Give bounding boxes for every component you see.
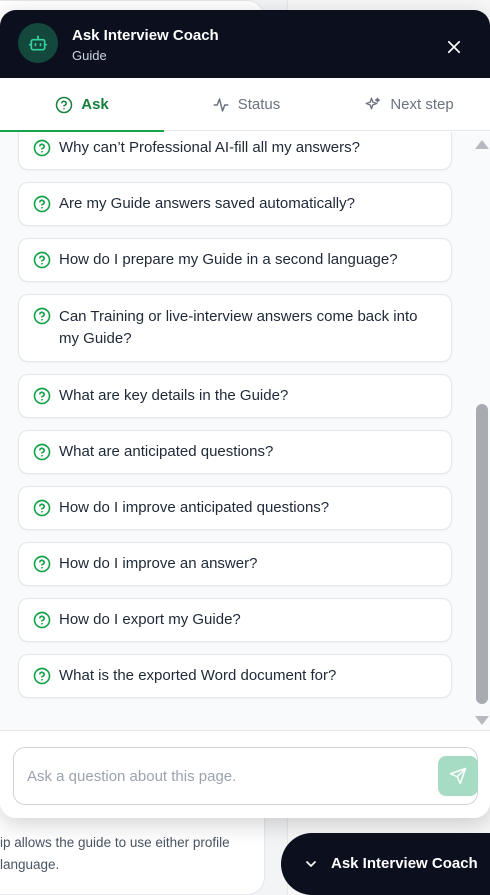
- close-icon: [447, 40, 461, 54]
- question-text: How do I prepare my Guide in a second la…: [59, 251, 398, 268]
- send-icon: [449, 767, 467, 785]
- activity-icon: [213, 97, 229, 112]
- question-item[interactable]: Can Training or live-interview answers c…: [18, 294, 452, 362]
- question-circle-icon: [33, 195, 51, 213]
- question-text: What is the exported Word document for?: [59, 667, 337, 684]
- background-helper-line-1: ip allows the guide to use either profil…: [0, 835, 230, 850]
- question-item[interactable]: How do I improve anticipated questions?: [18, 486, 452, 530]
- close-button[interactable]: [440, 33, 468, 61]
- question-circle-icon: [33, 499, 51, 517]
- question-text: How do I export my Guide?: [59, 611, 241, 628]
- question-circle-icon: [33, 251, 51, 269]
- question-text: What are key details in the Guide?: [59, 387, 289, 404]
- question-item[interactable]: Are my Guide answers saved automatically…: [18, 182, 452, 226]
- question-text: How do I improve anticipated questions?: [59, 499, 330, 516]
- question-item[interactable]: What are key details in the Guide?: [18, 374, 452, 418]
- tab-next-step[interactable]: Next step: [328, 78, 490, 131]
- scroll-up-arrow-icon[interactable]: [475, 140, 489, 149]
- question-text: Are my Guide answers saved automatically…: [59, 195, 355, 212]
- question-text: Why can’t Professional AI-fill all my an…: [59, 139, 360, 156]
- question-circle-icon: [33, 555, 51, 573]
- question-item[interactable]: What are anticipated questions?: [18, 430, 452, 474]
- question-circle-icon: [33, 667, 51, 685]
- question-item[interactable]: How do I export my Guide?: [18, 598, 452, 642]
- question-item[interactable]: How do I improve an answer?: [18, 542, 452, 586]
- tab-next-step-label: Next step: [390, 96, 454, 113]
- question-item[interactable]: Why can’t Professional AI-fill all my an…: [18, 132, 452, 170]
- robot-icon: [18, 23, 58, 63]
- tab-status-label: Status: [237, 96, 281, 113]
- question-input[interactable]: [27, 748, 417, 804]
- question-circle-icon: [33, 387, 51, 405]
- question-circle-icon: [33, 443, 51, 461]
- questions-scroll-area[interactable]: Why can’t Professional AI-fill all my an…: [0, 132, 490, 730]
- background-helper-line-2: language.: [0, 857, 60, 872]
- question-item[interactable]: What is the exported Word document for?: [18, 654, 452, 698]
- tab-bar: Ask Status Next step: [0, 78, 490, 132]
- question-item[interactable]: How do I prepare my Guide in a second la…: [18, 238, 452, 282]
- question-text: How do I improve an answer?: [59, 555, 258, 572]
- panel-subtitle: Guide: [72, 48, 107, 63]
- tab-ask[interactable]: Ask: [0, 78, 164, 132]
- question-text: What are anticipated questions?: [59, 443, 274, 460]
- tab-status[interactable]: Status: [164, 78, 328, 131]
- question-circle-icon: [33, 139, 51, 157]
- question-circle-icon: [55, 96, 73, 113]
- tab-ask-label: Ask: [81, 96, 109, 113]
- panel-title: Ask Interview Coach: [72, 27, 219, 44]
- scrollbar[interactable]: [473, 132, 490, 730]
- scroll-down-arrow-icon[interactable]: [475, 716, 489, 725]
- sparkles-icon: [365, 97, 381, 109]
- launcher-label: Ask Interview Coach: [331, 855, 478, 872]
- coach-panel: Ask Interview Coach Guide Ask Status Nex…: [0, 10, 490, 818]
- background-helper-text: ip allows the guide to use either profil…: [0, 832, 250, 876]
- question-input-box: [13, 747, 478, 805]
- question-circle-icon: [33, 307, 51, 325]
- question-circle-icon: [33, 611, 51, 629]
- ask-coach-launcher-button[interactable]: Ask Interview Coach: [281, 833, 490, 895]
- chevron-down-icon: [306, 861, 316, 867]
- panel-header: Ask Interview Coach Guide: [0, 10, 490, 78]
- send-button[interactable]: [438, 756, 478, 796]
- composer: [0, 730, 490, 818]
- question-text: Can Training or live-interview answers c…: [59, 308, 418, 347]
- scrollbar-thumb[interactable]: [476, 404, 488, 704]
